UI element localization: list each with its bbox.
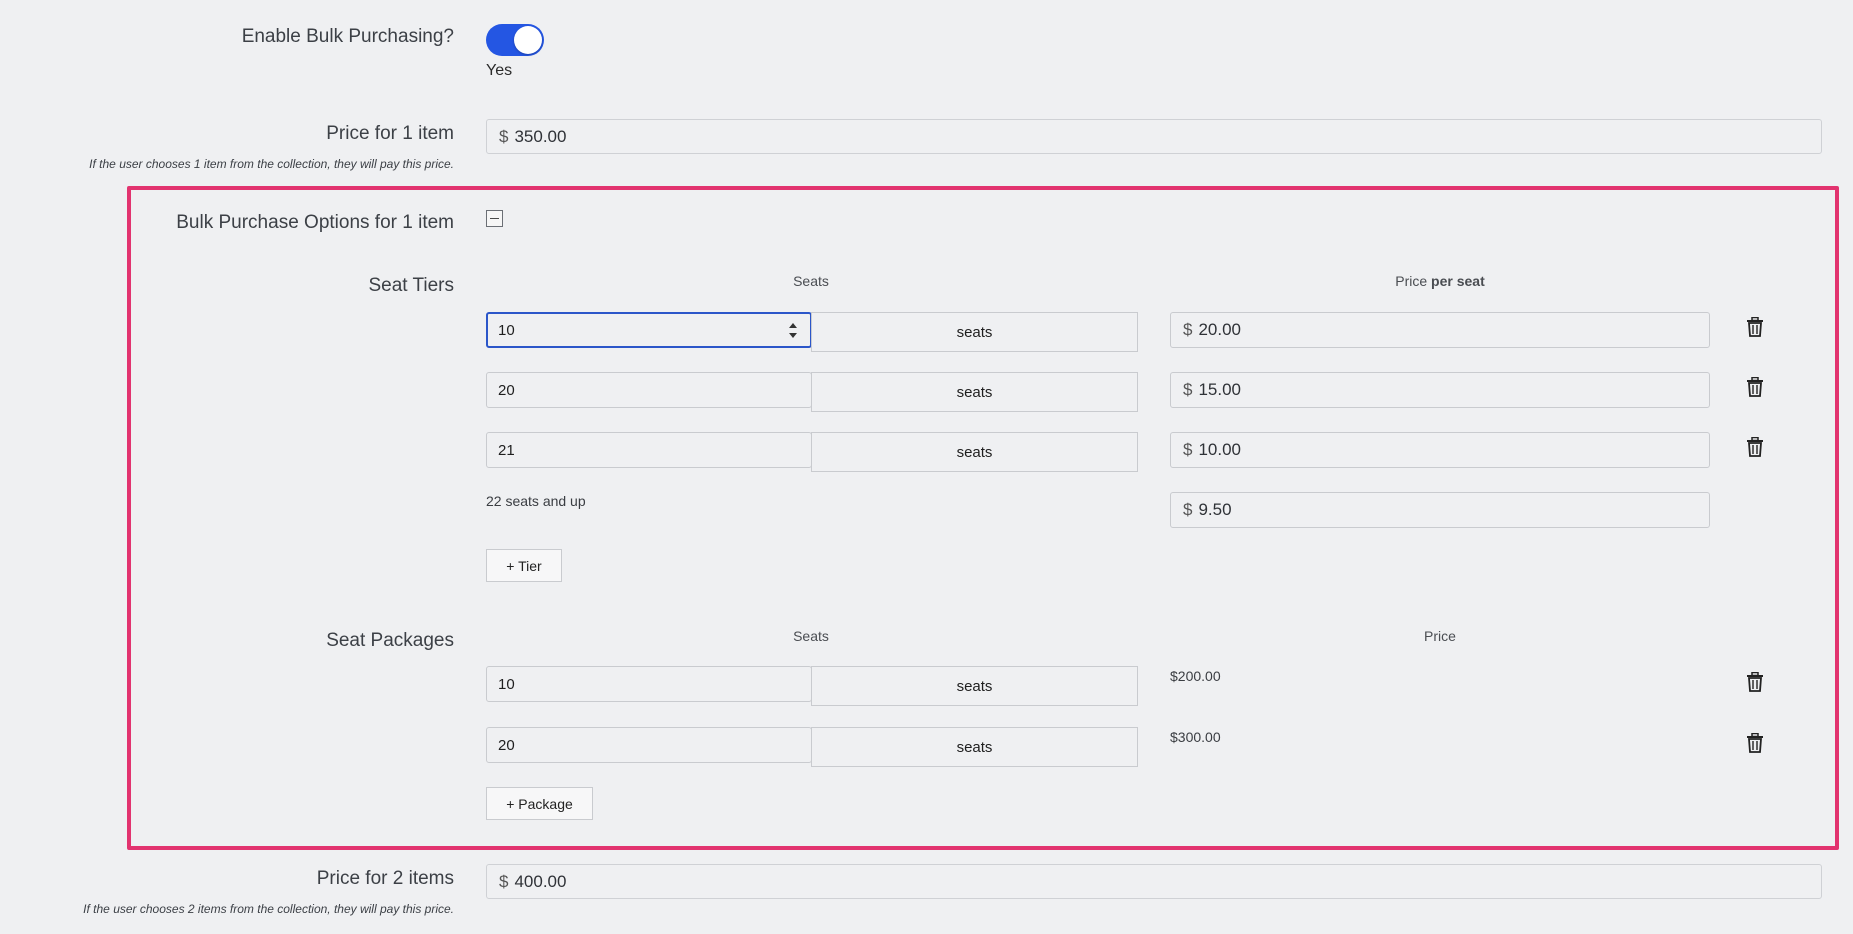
- currency-symbol: $: [499, 871, 509, 891]
- last-tier-label: 22 seats and up: [486, 493, 586, 509]
- tier-2-seats-input[interactable]: 20: [486, 372, 812, 408]
- toggle-state-text: Yes: [486, 62, 513, 79]
- tier-3-seats-input[interactable]: 21: [486, 432, 812, 468]
- minus-icon: [490, 218, 499, 219]
- tier-2-seats-value: 20: [498, 381, 515, 399]
- add-tier-button[interactable]: + Tier: [486, 549, 562, 582]
- tier-1-price-input[interactable]: $ 20.00: [1170, 312, 1710, 348]
- package-2-price: $300.00: [1170, 729, 1221, 745]
- last-tier-price-input[interactable]: $ 9.50: [1170, 492, 1710, 528]
- price-header-prefix: Price: [1395, 273, 1428, 289]
- tier-3-unit: seats: [811, 432, 1138, 472]
- enable-bulk-label: Enable Bulk Purchasing?: [241, 26, 454, 47]
- tier-1-price-value: 20.00: [1198, 320, 1242, 339]
- package-1-seats-value: 10: [498, 675, 515, 693]
- tier-2-price-value: 15.00: [1198, 380, 1242, 399]
- price-2-input[interactable]: $ 400.00: [486, 864, 1822, 899]
- price-header-bold: per seat: [1431, 273, 1485, 289]
- packages-seats-header: Seats: [793, 628, 829, 644]
- bulk-toggle[interactable]: [486, 24, 544, 56]
- tiers-seats-header: Seats: [793, 273, 829, 289]
- package-2-seats-input[interactable]: 20: [486, 727, 812, 763]
- tier-2-unit: seats: [811, 372, 1138, 412]
- currency-symbol: $: [1183, 320, 1193, 339]
- package-1-price: $200.00: [1170, 668, 1221, 684]
- package-2-unit: seats: [811, 727, 1138, 767]
- package-1-seats-input[interactable]: 10: [486, 666, 812, 702]
- tier-3-price-value: 10.00: [1198, 440, 1242, 459]
- package-1-unit: seats: [811, 666, 1138, 706]
- tier-2-price-input[interactable]: $ 15.00: [1170, 372, 1710, 408]
- add-package-button[interactable]: + Package: [486, 787, 593, 820]
- last-tier-price-value: 9.50: [1198, 500, 1232, 519]
- trash-icon[interactable]: [1746, 317, 1764, 337]
- collapse-toggle[interactable]: [486, 210, 503, 227]
- price-2-value: 400.00: [514, 871, 567, 891]
- price-2-helper: If the user chooses 2 items from the col…: [83, 902, 454, 916]
- tier-3-price-input[interactable]: $ 10.00: [1170, 432, 1710, 468]
- tier-3-seats-value: 21: [498, 441, 515, 459]
- tier-1-seats-value: 10: [498, 321, 515, 339]
- trash-icon[interactable]: [1746, 437, 1764, 457]
- currency-symbol: $: [1183, 440, 1193, 459]
- price-1-value: 350.00: [514, 126, 567, 146]
- price-1-label: Price for 1 item: [326, 123, 454, 144]
- seat-tiers-label: Seat Tiers: [368, 275, 454, 296]
- bulk-options-label: Bulk Purchase Options for 1 item: [176, 212, 454, 233]
- packages-price-header: Price: [1424, 628, 1456, 644]
- tier-1-seats-input[interactable]: 10: [486, 312, 812, 348]
- trash-icon[interactable]: [1746, 672, 1764, 692]
- currency-symbol: $: [499, 126, 509, 146]
- package-2-seats-value: 20: [498, 736, 515, 754]
- price-2-label: Price for 2 items: [316, 868, 454, 889]
- price-1-input[interactable]: $ 350.00: [486, 119, 1822, 154]
- spinner-icon[interactable]: [788, 321, 798, 341]
- price-1-helper: If the user chooses 1 item from the coll…: [89, 157, 454, 171]
- currency-symbol: $: [1183, 500, 1193, 519]
- currency-symbol: $: [1183, 380, 1193, 399]
- trash-icon[interactable]: [1746, 377, 1764, 397]
- tier-1-unit: seats: [811, 312, 1138, 352]
- tiers-price-header: Price per seat: [1170, 273, 1710, 289]
- toggle-knob: [514, 26, 542, 54]
- seat-packages-label: Seat Packages: [326, 630, 454, 651]
- trash-icon[interactable]: [1746, 733, 1764, 753]
